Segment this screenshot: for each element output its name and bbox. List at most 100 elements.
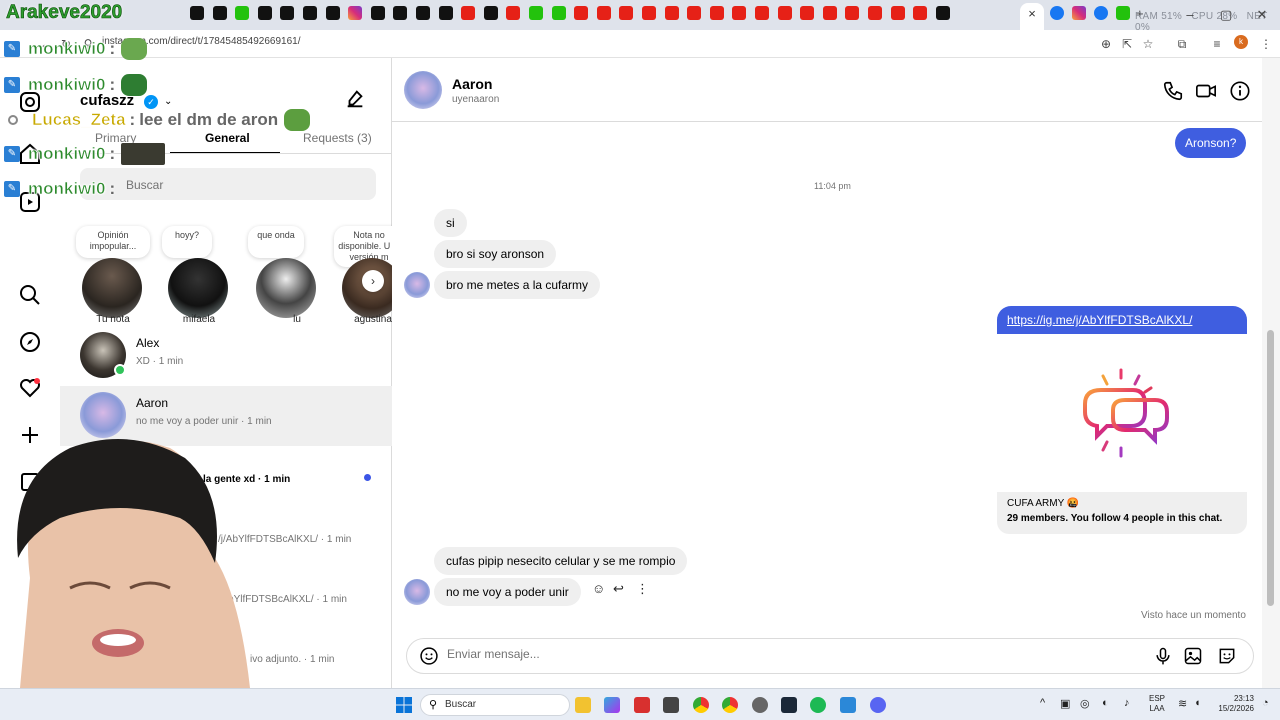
youtube-favicon-icon[interactable]: [461, 6, 476, 20]
file-explorer-icon[interactable]: [575, 697, 591, 713]
tiktok-favicon-icon[interactable]: [257, 6, 272, 20]
image-upload-icon[interactable]: [1183, 646, 1203, 666]
chrome-icon[interactable]: [722, 697, 738, 713]
tray-app-icon[interactable]: ◎: [1080, 697, 1090, 710]
message-incoming[interactable]: bro si soy aronson: [434, 240, 557, 268]
link-preview-card[interactable]: [997, 334, 1247, 492]
youtube-favicon-icon[interactable]: [868, 6, 882, 20]
conversation-item[interactable]: Alex XD · 1 min: [60, 326, 392, 386]
reading-list-icon[interactable]: ≡: [1209, 36, 1225, 52]
kick-favicon-icon[interactable]: [551, 6, 566, 20]
tiktok-favicon-icon[interactable]: [303, 6, 317, 20]
extensions-icon[interactable]: ⧉: [1174, 36, 1190, 52]
youtube-favicon-icon[interactable]: [777, 6, 792, 20]
youtube-favicon-icon[interactable]: [890, 6, 905, 20]
reply-icon[interactable]: ↩: [613, 581, 624, 597]
windows-start-icon[interactable]: [396, 697, 412, 713]
notifications-bell-icon[interactable]: ◔: [1262, 697, 1269, 709]
message-outgoing-link[interactable]: https://ig.me/j/AbYlfFDTSBcAlKXL/: [997, 306, 1247, 334]
note-bubble[interactable]: hoyy?: [162, 226, 212, 258]
story-avatar[interactable]: [256, 258, 316, 318]
chevron-down-icon[interactable]: ⌄: [164, 96, 172, 107]
browser-menu-icon[interactable]: ⋮: [1258, 36, 1274, 52]
tab-requests[interactable]: Requests (3): [303, 131, 372, 145]
youtube-favicon-icon[interactable]: [913, 6, 928, 20]
volume-icon[interactable]: ◖: [1194, 697, 1201, 709]
facebook-favicon-icon[interactable]: [1094, 6, 1108, 20]
youtube-favicon-icon[interactable]: [506, 6, 521, 20]
instagram-favicon-icon[interactable]: [348, 6, 363, 20]
close-window-button[interactable]: ✕: [1244, 0, 1280, 30]
compose-message-icon[interactable]: [344, 88, 366, 110]
maximize-button[interactable]: ▢: [1208, 0, 1244, 30]
minimize-button[interactable]: –: [1172, 0, 1208, 30]
spotify-icon[interactable]: [810, 697, 826, 713]
office-icon[interactable]: [634, 697, 650, 713]
note-bubble[interactable]: que onda: [248, 226, 304, 258]
message-incoming[interactable]: cufas pipip nesecito celular y se me rom…: [434, 547, 688, 575]
store-icon[interactable]: [663, 697, 679, 713]
kick-favicon-icon[interactable]: [529, 6, 543, 20]
tab-close-icon[interactable]: ×: [1025, 6, 1039, 21]
story-avatar[interactable]: [168, 258, 228, 318]
notifications-heart-icon[interactable]: [18, 376, 42, 400]
chat-scrollbar[interactable]: [1262, 58, 1280, 688]
tiktok-favicon-icon[interactable]: [190, 6, 204, 20]
youtube-favicon-icon[interactable]: [732, 6, 747, 20]
conversation-item[interactable]: Aaron no me voy a poder unir · 1 min: [60, 386, 392, 446]
react-emoji-icon[interactable]: ☺: [592, 581, 605, 596]
tiktok-favicon-icon[interactable]: [280, 6, 295, 20]
copilot-icon[interactable]: [604, 697, 620, 713]
tiktok-favicon-icon[interactable]: [212, 6, 227, 20]
discord-icon[interactable]: [870, 697, 886, 713]
story-avatar[interactable]: [82, 258, 142, 318]
x-favicon-icon[interactable]: [393, 6, 408, 20]
facebook-favicon-icon[interactable]: [1050, 6, 1064, 20]
notepad-icon[interactable]: [840, 697, 856, 713]
wifi-icon[interactable]: ≋: [1178, 697, 1187, 710]
chat-contact-name[interactable]: Aaron: [452, 76, 492, 92]
message-outgoing[interactable]: Aronson?: [1175, 128, 1247, 158]
youtube-favicon-icon[interactable]: [845, 6, 860, 20]
info-icon[interactable]: [1229, 80, 1251, 102]
tiktok-favicon-icon[interactable]: [325, 6, 340, 20]
tray-mic-icon[interactable]: ♪: [1124, 697, 1130, 709]
youtube-favicon-icon[interactable]: [596, 6, 611, 20]
taskbar-clock[interactable]: 23:13 15/2/2026: [1210, 694, 1254, 714]
kick-favicon-icon[interactable]: [1116, 6, 1130, 20]
chrome-icon[interactable]: [693, 697, 709, 713]
message-incoming[interactable]: si: [434, 209, 467, 237]
message-input[interactable]: [447, 647, 1047, 661]
kick-favicon-icon[interactable]: [235, 6, 250, 20]
search-input[interactable]: [80, 168, 376, 200]
taskbar-search[interactable]: ⚲ Buscar: [420, 694, 570, 716]
tab-general[interactable]: General: [205, 131, 250, 145]
youtube-favicon-icon[interactable]: [709, 6, 724, 20]
scrollbar-thumb[interactable]: [1267, 330, 1274, 606]
youtube-favicon-icon[interactable]: [687, 6, 702, 20]
x-favicon-icon[interactable]: [370, 6, 385, 20]
keyboard-language[interactable]: ESP LAA: [1149, 694, 1165, 714]
tray-chevron-up-icon[interactable]: ^: [1040, 697, 1045, 709]
zoom-icon[interactable]: ⊕: [1098, 36, 1114, 52]
avatar[interactable]: [404, 71, 442, 109]
x-favicon-icon[interactable]: [416, 6, 430, 20]
sticker-icon[interactable]: [1217, 646, 1237, 666]
link-preview-meta[interactable]: CUFA ARMY 🤬 29 members. You follow 4 peo…: [997, 492, 1247, 534]
search-icon[interactable]: [18, 283, 42, 307]
youtube-favicon-icon[interactable]: [822, 6, 837, 20]
bookmark-star-icon[interactable]: ☆: [1140, 36, 1156, 52]
obs-icon[interactable]: [752, 697, 768, 713]
chevron-right-icon[interactable]: ›: [362, 270, 384, 292]
steam-icon[interactable]: [781, 697, 797, 713]
browser-profile-avatar[interactable]: k: [1234, 35, 1248, 49]
tray-app-icon[interactable]: ▣: [1060, 697, 1070, 710]
youtube-favicon-icon[interactable]: [755, 6, 769, 20]
cast-icon[interactable]: ⇱: [1119, 36, 1135, 52]
youtube-favicon-icon[interactable]: [574, 6, 589, 20]
youtube-favicon-icon[interactable]: [664, 6, 679, 20]
message-incoming[interactable]: bro me metes a la cufarmy: [434, 271, 601, 299]
youtube-favicon-icon[interactable]: [619, 6, 634, 20]
note-bubble[interactable]: Opinión impopular...: [76, 226, 150, 258]
microphone-icon[interactable]: [1153, 646, 1173, 666]
